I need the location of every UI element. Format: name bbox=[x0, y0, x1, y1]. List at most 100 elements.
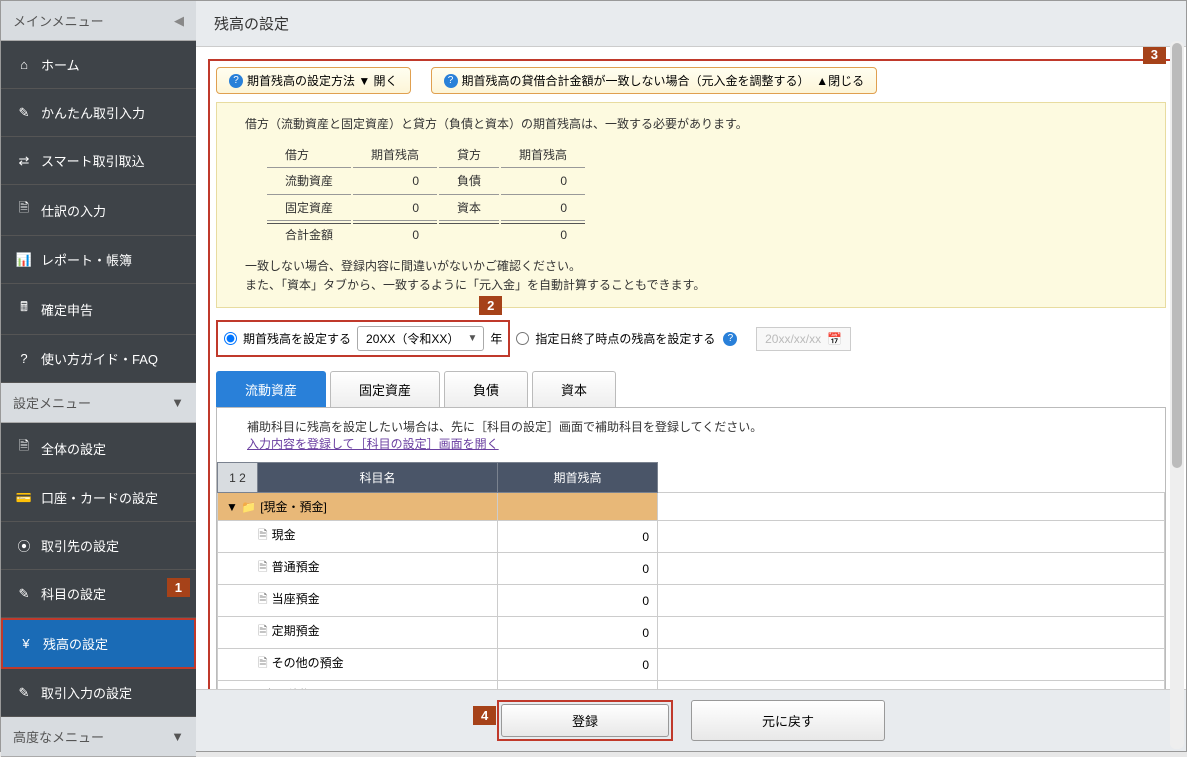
card-icon: 💳 bbox=[15, 490, 33, 506]
yen-icon: ¥ bbox=[17, 636, 35, 651]
col-balance: 期首残高 bbox=[498, 463, 658, 493]
how-to-set-button[interactable]: ?期首残高の設定方法 ▼ 開く bbox=[216, 67, 411, 94]
col-12[interactable]: 1 2 bbox=[218, 463, 258, 493]
badge-4: 4 bbox=[473, 706, 496, 725]
sidebar-item-home[interactable]: ⌂ ホーム bbox=[1, 41, 196, 89]
sidebar-item-global-settings[interactable]: 🗎全体の設定 bbox=[1, 423, 196, 474]
doc-icon: 🗎 bbox=[15, 437, 33, 459]
date-placeholder: 20xx/xx/xx bbox=[765, 332, 821, 346]
row-label: 固定資産 bbox=[267, 197, 351, 221]
sidebar-item-tax[interactable]: 🖩 確定申告 bbox=[1, 284, 196, 335]
badge-1: 1 bbox=[167, 578, 190, 597]
tab-fixed-assets[interactable]: 固定資産 bbox=[330, 371, 440, 407]
advanced-menu-header[interactable]: 高度なメニュー ▼ bbox=[1, 717, 196, 757]
hdr-credit: 貸方 bbox=[439, 144, 499, 168]
revert-button[interactable]: 元に戻す bbox=[691, 700, 885, 741]
table-row[interactable]: 🗎 その他の預金 0 bbox=[218, 649, 1165, 681]
highlighted-area-4: 4 登録 bbox=[497, 700, 673, 741]
collapse-sidebar-icon[interactable]: ◀ bbox=[174, 13, 184, 29]
item-val[interactable]: 0 bbox=[498, 553, 658, 585]
sidebar-item-partner-settings[interactable]: ⦿取引先の設定 bbox=[1, 522, 196, 570]
info-line3: また、「資本」タブから、一致するように「元入金」を自動計算することもできます。 bbox=[245, 276, 1137, 295]
row-label: 合計金額 bbox=[267, 223, 351, 247]
item-val[interactable]: 0 bbox=[498, 617, 658, 649]
sidebar-item-entry-settings[interactable]: ✎取引入力の設定 bbox=[1, 669, 196, 717]
help-icon[interactable]: ? bbox=[723, 332, 737, 346]
year-select[interactable]: 20XX（令和XX） bbox=[357, 326, 484, 351]
chevron-down-icon: ▼ bbox=[171, 729, 184, 744]
row-val: 0 bbox=[501, 170, 585, 194]
item-name: その他の預金 bbox=[272, 656, 344, 670]
doc-icon: 🗎 bbox=[258, 656, 268, 670]
hdr-bal: 期首残高 bbox=[501, 144, 585, 168]
specified-date-radio[interactable] bbox=[516, 332, 529, 345]
note-text: 補助科目に残高を設定したい場合は、先に［科目の設定］画面で補助科目を登録してくだ… bbox=[247, 420, 762, 434]
table-row-group[interactable]: ▼ 📁[売上債権] bbox=[218, 681, 1165, 689]
sidebar-item-journal[interactable]: 🗎仕訳の入力 bbox=[1, 185, 196, 236]
item-name: 当座預金 bbox=[272, 592, 320, 606]
sidebar-item-account-settings[interactable]: 💳口座・カードの設定 bbox=[1, 474, 196, 522]
year-suffix: 年 bbox=[490, 330, 502, 347]
sidebar-item-label: 取引入力の設定 bbox=[41, 683, 132, 702]
sidebar-item-balance-settings[interactable]: ¥ 残高の設定 bbox=[1, 618, 196, 669]
doc-icon: 🗎 bbox=[258, 528, 268, 542]
register-button[interactable]: 登録 bbox=[501, 704, 669, 737]
sidebar-item-reports[interactable]: 📊レポート・帳簿 bbox=[1, 236, 196, 284]
sidebar-item-account-title-settings[interactable]: ✎科目の設定 1 bbox=[1, 570, 196, 618]
question-icon: ? bbox=[15, 351, 33, 366]
tab-liabilities[interactable]: 負債 bbox=[444, 371, 528, 407]
row-label: 流動資産 bbox=[267, 170, 351, 194]
item-val[interactable]: 0 bbox=[498, 649, 658, 681]
balance-summary-table: 借方 期首残高 貸方 期首残高 流動資産 0 負債 0 固定資産 bbox=[265, 142, 587, 249]
open-account-settings-link[interactable]: 入力内容を登録して［科目の設定］画面を開く bbox=[247, 437, 499, 451]
hdr-bal: 期首残高 bbox=[353, 144, 437, 168]
table-row-group[interactable]: ▼ 📁[現金・預金] bbox=[218, 493, 1165, 521]
sidebar-item-label: レポート・帳簿 bbox=[41, 250, 132, 269]
settings-menu-label: 設定メニュー bbox=[13, 393, 91, 412]
main-menu-header: メインメニュー ◀ bbox=[1, 1, 196, 41]
calc-icon: 🖩 bbox=[15, 298, 33, 320]
date-input[interactable]: 20xx/xx/xx 📅 bbox=[756, 327, 851, 351]
sidebar-item-label: 仕訳の入力 bbox=[41, 201, 106, 220]
item-val[interactable]: 0 bbox=[498, 521, 658, 553]
sidebar: メインメニュー ◀ ⌂ホーム ✎かんたん取引入力 ⇄スマート取引取込 🗎仕訳の入… bbox=[1, 1, 196, 751]
home-icon: ⌂ bbox=[15, 57, 33, 72]
tab-capital[interactable]: 資本 bbox=[532, 371, 616, 407]
sidebar-item-label: 使い方ガイド・FAQ bbox=[41, 349, 158, 368]
hdr-debit: 借方 bbox=[267, 144, 351, 168]
collapse-btn-label: 期首残高の設定方法 ▼ 開く bbox=[247, 72, 398, 89]
calendar-icon: 📅 bbox=[827, 332, 842, 346]
item-val[interactable]: 0 bbox=[498, 585, 658, 617]
table-row[interactable]: 🗎 当座預金 0 bbox=[218, 585, 1165, 617]
row-val: 0 bbox=[501, 197, 585, 221]
sidebar-item-smart-import[interactable]: ⇄ スマート取引取込 bbox=[1, 137, 196, 185]
sidebar-item-label: スマート取引取込 bbox=[41, 151, 145, 170]
badge-3: 3 bbox=[1143, 47, 1166, 64]
table-row[interactable]: 🗎定期預金0 bbox=[218, 617, 1165, 649]
tab-current-assets[interactable]: 流動資産 bbox=[216, 371, 326, 407]
table-row[interactable]: 🗎現金0 bbox=[218, 521, 1165, 553]
vertical-scrollbar[interactable] bbox=[1170, 41, 1184, 749]
balance-mode-row: 2 期首残高を設定する 20XX（令和XX） 年 指定日終了時点の残高を設定する… bbox=[216, 320, 1166, 357]
pencil-icon: ✎ bbox=[15, 586, 33, 602]
row-val: 0 bbox=[353, 223, 437, 247]
tab-content: 補助科目に残高を設定したい場合は、先に［科目の設定］画面で補助科目を登録してくだ… bbox=[216, 407, 1166, 689]
sidebar-item-label: 確定申告 bbox=[41, 300, 93, 319]
opening-balance-radio[interactable] bbox=[224, 332, 237, 345]
sidebar-item-label: ホーム bbox=[41, 55, 80, 74]
badge-2: 2 bbox=[479, 296, 502, 315]
radio-label: 期首残高を設定する bbox=[243, 330, 351, 347]
sidebar-item-faq[interactable]: ? 使い方ガイド・FAQ bbox=[1, 335, 196, 383]
info-line2: 一致しない場合、登録内容に間違いがないかご確認ください。 bbox=[245, 257, 1137, 276]
mismatch-help-button[interactable]: ?期首残高の貸借合計金額が一致しない場合（元入金を調整する） ▲閉じる bbox=[431, 67, 878, 94]
scrollbar-thumb[interactable] bbox=[1172, 43, 1182, 468]
doc-icon: 🗎 bbox=[258, 592, 268, 606]
table-row[interactable]: 🗎普通預金0 bbox=[218, 553, 1165, 585]
sidebar-item-label: かんたん取引入力 bbox=[41, 103, 145, 122]
sidebar-item-easy-entry[interactable]: ✎かんたん取引入力 bbox=[1, 89, 196, 137]
settings-menu-header[interactable]: 設定メニュー ▼ bbox=[1, 383, 196, 423]
radio-label: 指定日終了時点の残高を設定する bbox=[535, 330, 715, 347]
sidebar-item-label: 残高の設定 bbox=[43, 634, 108, 653]
import-icon: ⇄ bbox=[15, 153, 33, 169]
collapse-btn-label: 期首残高の貸借合計金額が一致しない場合（元入金を調整する） bbox=[462, 72, 810, 89]
